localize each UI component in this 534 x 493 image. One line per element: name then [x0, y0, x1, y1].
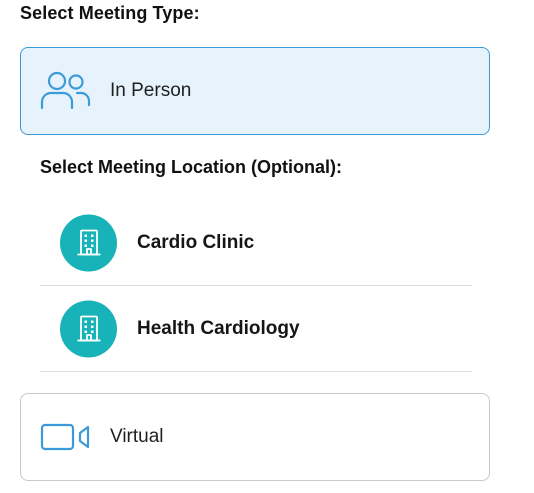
building-icon — [60, 214, 117, 271]
video-camera-icon — [40, 423, 92, 451]
meeting-type-virtual-option[interactable]: Virtual — [20, 393, 490, 481]
meeting-type-heading: Select Meeting Type: — [20, 3, 200, 23]
location-name: Health Cardiology — [137, 317, 300, 339]
location-item-cardio-clinic[interactable]: Cardio Clinic — [40, 200, 472, 286]
building-icon — [60, 300, 117, 357]
virtual-label: Virtual — [110, 426, 164, 447]
in-person-label: In Person — [110, 80, 192, 101]
location-item-health-cardiology[interactable]: Health Cardiology — [40, 286, 472, 372]
people-icon — [40, 71, 92, 111]
location-name: Cardio Clinic — [137, 231, 255, 253]
location-list: Cardio Clinic Health Cardiology — [40, 200, 472, 372]
meeting-type-in-person-option[interactable]: In Person — [20, 47, 490, 135]
meeting-location-heading: Select Meeting Location (Optional): — [40, 157, 343, 177]
